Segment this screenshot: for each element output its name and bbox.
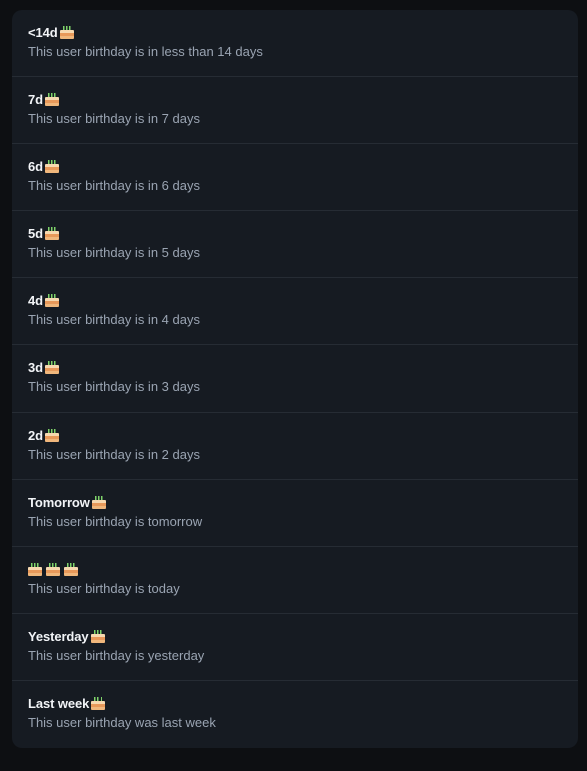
birthday-cake-icon bbox=[44, 294, 59, 308]
badge-title: 7d bbox=[28, 91, 562, 108]
badge-description: This user birthday is in 5 days bbox=[28, 245, 200, 261]
list-item: 7d This user birthday is in 7 days bbox=[12, 77, 578, 145]
birthday-cake-icon bbox=[28, 562, 42, 576]
list-item: Last week This user birthday was last wee… bbox=[12, 681, 578, 748]
birthday-cake-icon bbox=[91, 696, 106, 710]
badge-description: This user birthday is in 6 days bbox=[28, 178, 200, 194]
badge-label: Yesterday bbox=[28, 628, 89, 644]
birthday-cake-icon bbox=[59, 26, 74, 39]
badge-title: 2d bbox=[28, 427, 562, 444]
badge-title: Last week bbox=[28, 695, 562, 712]
badge-label: 5d bbox=[28, 226, 43, 242]
badge-label: Tomorrow bbox=[28, 494, 90, 510]
badge-label: 7d bbox=[28, 92, 43, 108]
badge-title: <14d bbox=[28, 24, 562, 41]
badge-title: Yesterday bbox=[28, 628, 562, 645]
list-item: <14d This user birthday is in less than 1… bbox=[12, 10, 578, 78]
badge-title: 5d bbox=[28, 225, 562, 242]
badge-title: 6d bbox=[28, 158, 562, 175]
badge-label: Last week bbox=[28, 695, 90, 711]
birthday-badge-list: <14d This user birthday is in less than 1… bbox=[12, 10, 578, 748]
badge-label: 6d bbox=[28, 159, 43, 175]
list-item: 2d This user birthday is in 2 days bbox=[12, 413, 578, 480]
badge-title: Tomorrow bbox=[28, 494, 562, 511]
birthday-cake-icon bbox=[44, 428, 59, 442]
birthday-cake-icon bbox=[90, 629, 105, 643]
badge-label: 3d bbox=[28, 360, 43, 376]
badge-description: This user birthday was last week bbox=[28, 714, 216, 730]
list-item: 4d This user birthday is in 4 days bbox=[12, 278, 578, 346]
badge-label: 2d bbox=[28, 427, 43, 443]
badge-title: 4d bbox=[28, 292, 562, 309]
badge-description: This user birthday is in 3 days bbox=[28, 379, 200, 395]
badge-title bbox=[28, 561, 562, 578]
list-item: Tomorrow This user birthday is tomorrow bbox=[12, 480, 578, 547]
birthday-cake-icon bbox=[44, 361, 59, 375]
birthday-cake-icon bbox=[91, 495, 106, 509]
badge-description: This user birthday is today bbox=[28, 580, 180, 596]
list-item: 5d This user birthday is in 5 days bbox=[12, 211, 578, 279]
badge-description: This user birthday is yesterday bbox=[28, 647, 205, 663]
list-item: Yesterday This user birthday is yesterday bbox=[12, 614, 578, 681]
birthday-cake-icon bbox=[46, 562, 60, 576]
badge-description: This user birthday is in less than 14 da… bbox=[28, 44, 263, 59]
badge-title: 3d bbox=[28, 359, 562, 376]
badge-description: This user birthday is tomorrow bbox=[28, 513, 203, 529]
birthday-cake-icon bbox=[64, 562, 78, 576]
badge-description: This user birthday is in 4 days bbox=[28, 312, 200, 328]
list-item: 3d This user birthday is in 3 days bbox=[12, 345, 578, 413]
birthday-cake-icon bbox=[44, 160, 59, 174]
list-item: 6d This user birthday is in 6 days bbox=[12, 144, 578, 212]
birthday-cake-icon bbox=[44, 227, 59, 241]
badge-label: <14d bbox=[28, 25, 58, 40]
badge-description: This user birthday is in 7 days bbox=[28, 111, 200, 127]
badge-label: 4d bbox=[28, 293, 43, 309]
badge-description: This user birthday is in 2 days bbox=[28, 446, 200, 462]
birthday-cake-icon bbox=[44, 93, 59, 107]
list-item: This user birthday is today bbox=[12, 547, 578, 614]
